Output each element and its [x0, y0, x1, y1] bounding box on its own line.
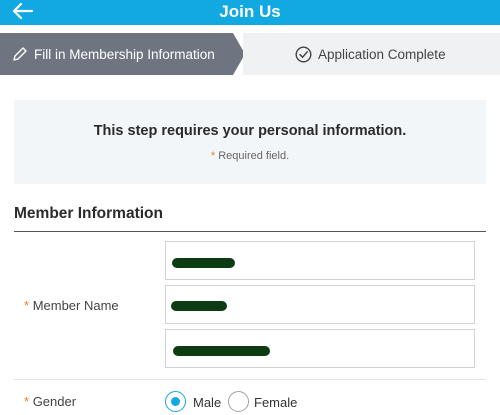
- redacted-value: [173, 346, 270, 356]
- info-notice: This step requires your personal informa…: [14, 100, 486, 184]
- redacted-value: [172, 258, 235, 268]
- member-name-label-text: Member Name: [32, 298, 119, 313]
- step-fill-in-info: Fill in Membership Information: [0, 33, 245, 75]
- required-asterisk: *: [24, 394, 30, 409]
- gender-label-text: Gender: [32, 394, 77, 409]
- step-progress: Fill in Membership Information Applicati…: [0, 33, 500, 75]
- gender-option-male-label[interactable]: Male: [193, 395, 221, 410]
- member-name-input-1[interactable]: [165, 241, 475, 280]
- page-title: Join Us: [219, 2, 281, 21]
- required-text: Required field.: [218, 150, 290, 162]
- required-asterisk: *: [24, 298, 30, 313]
- required-asterisk: *: [210, 150, 216, 162]
- member-name-label: * Member Name: [24, 298, 119, 313]
- app-header: Join Us: [0, 0, 500, 25]
- gender-radio-male[interactable]: [165, 391, 186, 412]
- gender-radio-female[interactable]: [228, 391, 249, 412]
- row-divider: [14, 379, 486, 380]
- pencil-icon: [13, 47, 27, 61]
- redacted-value: [171, 301, 227, 311]
- section-title: Member Information: [14, 205, 163, 222]
- required-note: * Required field.: [14, 150, 486, 162]
- step-label: Application Complete: [318, 46, 446, 62]
- member-name-input-3[interactable]: [165, 329, 475, 368]
- gender-label: * Gender: [24, 394, 76, 409]
- member-name-input-2[interactable]: [165, 285, 475, 324]
- gender-option-female-label[interactable]: Female: [254, 395, 297, 410]
- notice-message: This step requires your personal informa…: [93, 123, 407, 139]
- check-circle-icon: [295, 45, 312, 63]
- step-label: Fill in Membership Information: [34, 46, 215, 62]
- section-divider: [14, 231, 486, 232]
- step-application-complete: Application Complete: [243, 33, 500, 75]
